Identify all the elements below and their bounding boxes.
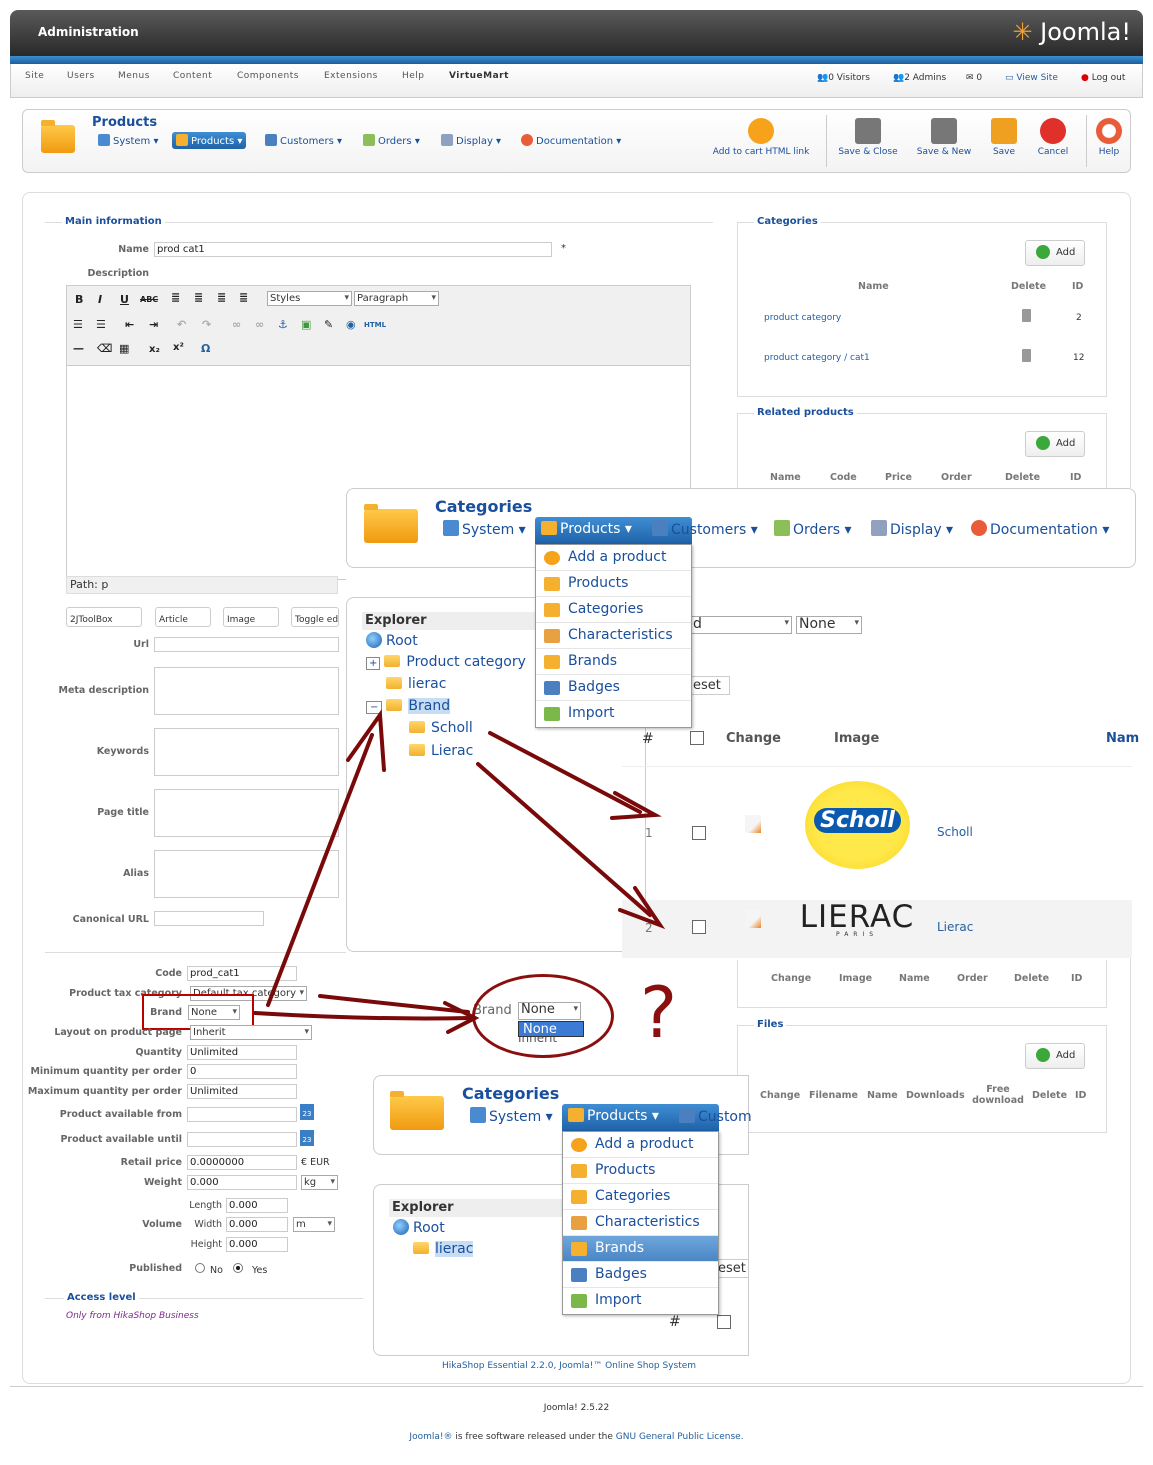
arrow-to-popup (253, 1011, 472, 1021)
arrow-brand-to-tree (266, 733, 374, 1007)
license-text: Joomla!® is free software released under… (409, 1432, 744, 1442)
joomla-version: Joomla! 2.5.22 (543, 1403, 610, 1413)
joomla-link[interactable]: Joomla!® (409, 1432, 452, 1442)
arrowhead (610, 791, 662, 820)
hikashop-footer[interactable]: HikaShop Essential 2.2.0, Joomla!™ Onlin… (0, 1361, 1153, 1371)
arrowhead (346, 709, 386, 772)
arrow-lierac (476, 762, 652, 917)
page-bottom-border (10, 1386, 1143, 1387)
annotation-arrows (253, 709, 666, 1034)
arrow-scholl (488, 731, 642, 814)
gpl-link[interactable]: GNU General Public License. (616, 1432, 744, 1442)
